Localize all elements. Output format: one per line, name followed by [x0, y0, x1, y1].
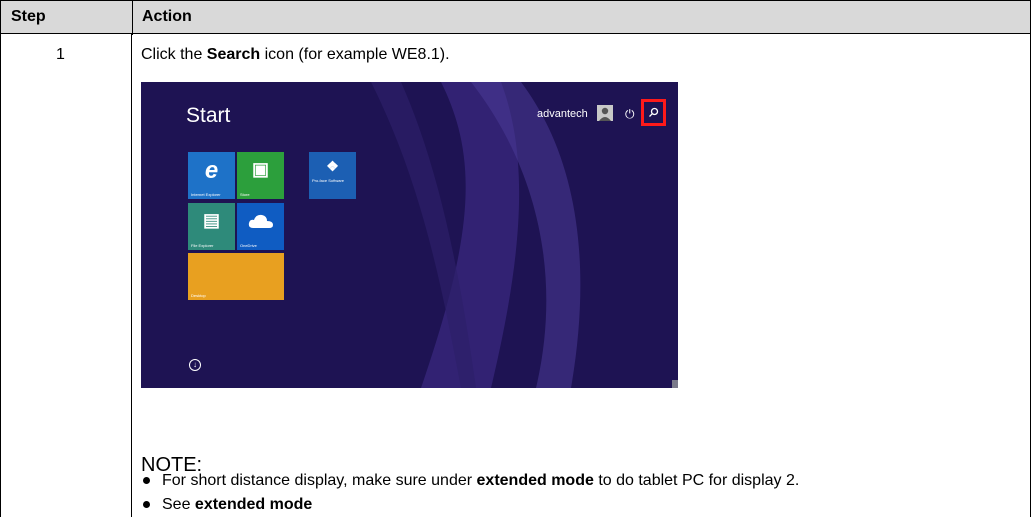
tile-desktop[interactable]: Desktop [188, 253, 284, 300]
procedure-table: Step Action 1 Click the Search icon (for… [0, 0, 1033, 517]
avatar [597, 105, 613, 121]
start-screen-screenshot: Start advantech ⏻ e Internet Explorer ▣ … [141, 82, 678, 388]
note-bullet-1: For short distance display, make sure un… [141, 472, 799, 490]
table-header-row: Step Action [0, 0, 1031, 35]
tile-file-explorer[interactable]: ▤ File Explorer [188, 203, 235, 250]
instruction-bold: Search [206, 46, 261, 63]
bullet-text: See [162, 496, 195, 513]
table-right-border [1030, 34, 1031, 517]
instruction-text-end: icon (for example WE8.1). [260, 46, 450, 63]
table-column-divider [131, 34, 132, 517]
header-step: Step [11, 8, 46, 25]
bullet-text: For short distance display, make sure un… [162, 472, 477, 489]
tile-store[interactable]: ▣ Store [237, 152, 284, 199]
cloud-icon [237, 213, 284, 234]
tile-pro-face-software[interactable]: ❖ Pro-face Software [309, 152, 356, 199]
user-icon [599, 107, 611, 121]
start-label: Start [186, 104, 231, 127]
tile-label: Desktop [191, 293, 206, 298]
folder-icon: ▤ [202, 210, 220, 230]
header-action: Action [142, 8, 192, 25]
all-apps-arrow-icon[interactable]: ↓ [189, 359, 201, 371]
scrollbar[interactable] [672, 380, 678, 388]
extended-mode-link[interactable]: extended mode [195, 496, 312, 513]
store-icon: ▣ [251, 159, 269, 179]
bullet-dot [143, 501, 150, 509]
bullet-dot [143, 477, 150, 485]
table-left-border [0, 34, 1, 517]
tile-internet-explorer[interactable]: e Internet Explorer [188, 152, 235, 199]
instruction-text: Click the [141, 46, 207, 63]
tile-label: Pro-face Software [312, 178, 345, 183]
search-icon[interactable] [648, 107, 659, 121]
bullet-bold: extended mode [476, 472, 594, 489]
power-icon[interactable]: ⏻ [625, 107, 635, 122]
tile-label: File Explorer [191, 243, 214, 248]
tile-label: OneDrive [240, 243, 257, 248]
internet-explorer-icon: e [204, 157, 219, 184]
tile-label: Internet Explorer [191, 192, 221, 197]
step-number: 1 [56, 46, 65, 63]
tile-onedrive[interactable]: OneDrive [237, 203, 284, 250]
username: advantech [537, 108, 588, 120]
box-icon: ❖ [326, 158, 339, 174]
bullet-text-end: to do tablet PC for display 2. [593, 472, 800, 489]
tile-label: Store [240, 192, 250, 197]
step-instruction: Click the Search icon (for example WE8.1… [141, 46, 450, 64]
note-bullet-2: See extended mode [141, 496, 312, 514]
header-column-divider [132, 1, 133, 35]
